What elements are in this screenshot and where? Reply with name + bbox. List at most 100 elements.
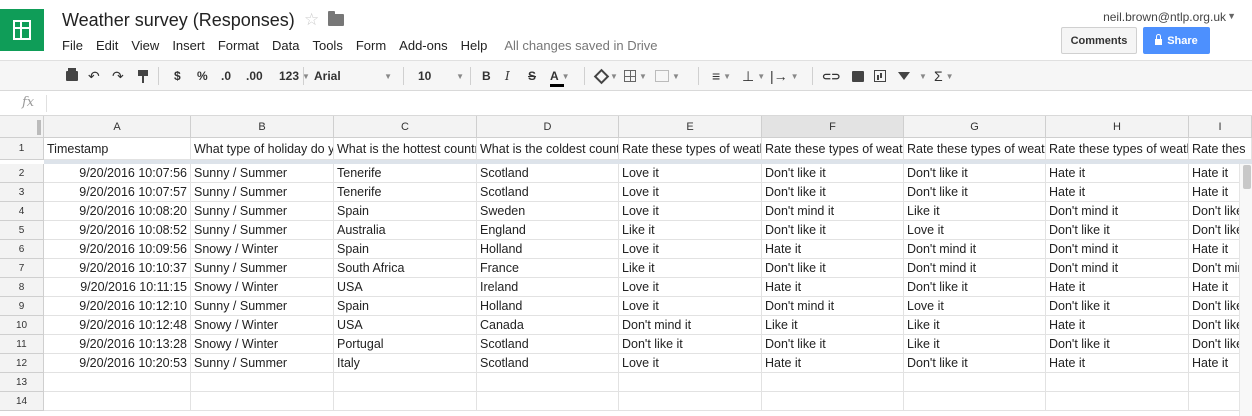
table-cell[interactable]: Love it	[619, 164, 762, 183]
menu-file[interactable]: File	[62, 38, 83, 53]
filter-icon[interactable]	[898, 68, 910, 84]
menu-data[interactable]: Data	[272, 38, 299, 53]
table-cell[interactable]: Don't like it	[762, 259, 904, 278]
table-cell[interactable]: 9/20/2016 10:08:20	[44, 202, 191, 221]
table-cell[interactable]: Love it	[619, 297, 762, 316]
row-header[interactable]: 1	[0, 138, 44, 160]
italic-button[interactable]: I	[505, 68, 510, 84]
table-cell[interactable]: Snowy / Winter	[191, 316, 334, 335]
header-cell[interactable]: What type of holiday do y	[191, 138, 334, 160]
table-cell[interactable]: Sunny / Summer	[191, 259, 334, 278]
table-cell[interactable]: Spain	[334, 297, 477, 316]
table-cell[interactable]: Love it	[619, 240, 762, 259]
table-cell[interactable]: Love it	[619, 278, 762, 297]
table-cell[interactable]: Sweden	[477, 202, 619, 221]
table-cell[interactable]	[334, 373, 477, 392]
document-title[interactable]: Weather survey (Responses)	[62, 10, 295, 31]
table-cell[interactable]: Holland	[477, 240, 619, 259]
decrease-decimal-button[interactable]: .0	[221, 68, 231, 84]
table-cell[interactable]: Spain	[334, 240, 477, 259]
table-cell[interactable]: Love it	[619, 183, 762, 202]
table-cell[interactable]	[619, 373, 762, 392]
table-cell[interactable]: Spain	[334, 202, 477, 221]
insert-comment-icon[interactable]	[852, 68, 864, 84]
table-cell[interactable]: Don't like it	[904, 278, 1046, 297]
table-cell[interactable]: Like it	[619, 221, 762, 240]
borders-icon[interactable]: ▼	[624, 68, 647, 84]
table-cell[interactable]: USA	[334, 278, 477, 297]
table-cell[interactable]: 9/20/2016 10:07:57	[44, 183, 191, 202]
table-cell[interactable]: 9/20/2016 10:10:37	[44, 259, 191, 278]
redo-icon[interactable]: ↷	[112, 68, 124, 84]
table-cell[interactable]: Portugal	[334, 335, 477, 354]
table-cell[interactable]: Don't mind it	[904, 259, 1046, 278]
table-cell[interactable]: Hate it	[1046, 316, 1189, 335]
table-cell[interactable]: Tenerife	[334, 164, 477, 183]
table-cell[interactable]	[44, 373, 191, 392]
table-cell[interactable]	[477, 392, 619, 411]
column-header-e[interactable]: E	[619, 116, 762, 138]
column-header-b[interactable]: B	[191, 116, 334, 138]
folder-icon[interactable]	[328, 11, 344, 26]
table-cell[interactable]	[619, 392, 762, 411]
table-cell[interactable]: Don't like it	[1046, 221, 1189, 240]
table-cell[interactable]	[1046, 373, 1189, 392]
table-cell[interactable]: Don't mind it	[904, 240, 1046, 259]
table-cell[interactable]: Italy	[334, 354, 477, 373]
column-header-f[interactable]: F	[762, 116, 904, 138]
table-cell[interactable]: Hate it	[762, 354, 904, 373]
table-cell[interactable]: Sunny / Summer	[191, 183, 334, 202]
table-cell[interactable]: Don't mind it	[1046, 202, 1189, 221]
table-cell[interactable]: 9/20/2016 10:07:56	[44, 164, 191, 183]
print-icon[interactable]	[66, 68, 78, 84]
sheets-logo-icon[interactable]	[0, 9, 44, 51]
table-cell[interactable]: Don't like it	[762, 183, 904, 202]
bold-button[interactable]: B	[482, 68, 491, 84]
table-cell[interactable]: Snowy / Winter	[191, 335, 334, 354]
row-header[interactable]: 4	[0, 202, 44, 221]
table-cell[interactable]: Hate it	[1046, 183, 1189, 202]
table-cell[interactable]: Scotland	[477, 183, 619, 202]
table-cell[interactable]	[191, 373, 334, 392]
star-icon[interactable]: ☆	[304, 10, 319, 30]
column-header-c[interactable]: C	[334, 116, 477, 138]
fill-color-icon[interactable]: ▼	[593, 68, 618, 84]
table-cell[interactable]: Ireland	[477, 278, 619, 297]
table-cell[interactable]: 9/20/2016 10:12:48	[44, 316, 191, 335]
table-cell[interactable]: Don't mind it	[762, 297, 904, 316]
text-wrap-icon[interactable]: |→ ▼	[770, 68, 799, 84]
align-icon[interactable]: ≡ ▼	[712, 68, 731, 84]
table-cell[interactable]: Don't like it	[904, 164, 1046, 183]
column-header-d[interactable]: D	[477, 116, 619, 138]
row-header[interactable]: 13	[0, 373, 44, 392]
header-cell[interactable]: Timestamp	[44, 138, 191, 160]
table-cell[interactable]: Scotland	[477, 164, 619, 183]
table-cell[interactable]: South Africa	[334, 259, 477, 278]
text-color-button[interactable]: A ▼	[550, 68, 570, 87]
table-cell[interactable]: 9/20/2016 10:20:53	[44, 354, 191, 373]
strikethrough-button[interactable]: S	[528, 68, 536, 84]
table-cell[interactable]: Don't like it	[1046, 297, 1189, 316]
table-cell[interactable]: France	[477, 259, 619, 278]
table-cell[interactable]	[904, 373, 1046, 392]
row-header[interactable]: 5	[0, 221, 44, 240]
row-header[interactable]: 2	[0, 164, 44, 183]
table-cell[interactable]: Snowy / Winter	[191, 240, 334, 259]
table-cell[interactable]: Don't like it	[762, 221, 904, 240]
table-cell[interactable]: Don't like it	[904, 183, 1046, 202]
table-cell[interactable]: Like it	[762, 316, 904, 335]
vertical-scrollbar[interactable]	[1239, 164, 1252, 416]
table-cell[interactable]: Sunny / Summer	[191, 202, 334, 221]
menu-edit[interactable]: Edit	[96, 38, 118, 53]
table-cell[interactable]: Scotland	[477, 335, 619, 354]
column-header-h[interactable]: H	[1046, 116, 1189, 138]
table-cell[interactable]	[762, 373, 904, 392]
insert-link-icon[interactable]: ⊂⊃	[822, 68, 840, 84]
row-header[interactable]: 14	[0, 392, 44, 411]
table-cell[interactable]	[477, 373, 619, 392]
table-cell[interactable]: USA	[334, 316, 477, 335]
comments-button[interactable]: Comments	[1061, 27, 1137, 54]
table-cell[interactable]: Sunny / Summer	[191, 164, 334, 183]
row-header[interactable]: 6	[0, 240, 44, 259]
functions-button[interactable]: Σ ▼	[934, 68, 954, 84]
